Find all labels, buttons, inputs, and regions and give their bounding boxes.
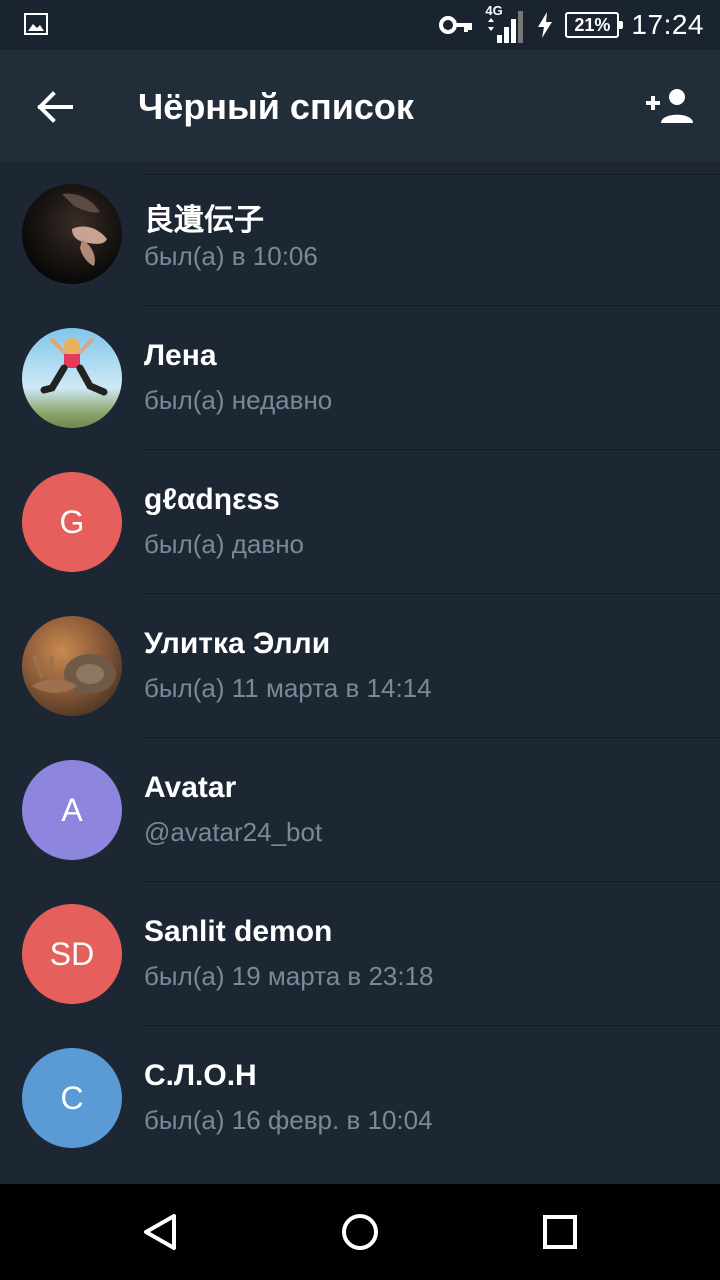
back-button[interactable] [30, 82, 80, 132]
avatar: C [22, 1048, 122, 1148]
avatar [22, 616, 122, 716]
last-seen-status: был(а) недавно [144, 385, 333, 415]
list-item[interactable]: A Avatar @avatar24_bot [0, 738, 720, 882]
avatar-photo [40, 338, 108, 396]
circle-home-icon [342, 1214, 378, 1250]
username: @avatar24_bot [144, 817, 323, 847]
list-item[interactable]: Лена был(а) недавно [0, 306, 720, 450]
nav-recents-button[interactable] [530, 1202, 590, 1262]
list-item[interactable]: G gℓαdηεss был(а) давно [0, 450, 720, 594]
signal-indicator: 4G [485, 3, 525, 47]
arrow-left-icon [37, 91, 73, 123]
clock: 17:24 [631, 9, 704, 40]
triangle-back-icon [144, 1214, 176, 1250]
battery-indicator: 21% [565, 12, 624, 38]
signal-icon [488, 11, 524, 43]
list-item[interactable]: C С.Л.О.Н был(а) 16 февр. в 10:04 [0, 1026, 720, 1170]
avatar [22, 328, 122, 428]
last-seen-status: был(а) 16 февр. в 10:04 [144, 1105, 433, 1135]
system-navigation-bar [0, 1184, 720, 1280]
nav-back-button[interactable] [130, 1202, 190, 1262]
list-item[interactable]: 良遺伝子 был(а) в 10:06 [0, 162, 720, 306]
avatar [22, 184, 122, 284]
gallery-notification-icon [24, 13, 48, 35]
avatar: A [22, 760, 122, 860]
contact-name: С.Л.О.Н [144, 1059, 257, 1092]
contact-name: 良遺伝子 [144, 204, 264, 237]
contact-name: Лена [144, 339, 217, 372]
last-seen-status: был(а) давно [144, 529, 305, 559]
status-icons: 4G 21% 17:24 [439, 0, 704, 50]
last-seen-status: был(а) 11 марта в 14:14 [144, 673, 432, 703]
square-recents-icon [543, 1215, 577, 1249]
page-title: Чёрный список [138, 86, 414, 127]
contact-name: Avatar [144, 771, 237, 804]
contact-name: Улитка Элли [144, 627, 331, 660]
person-add-icon [646, 89, 693, 123]
app-bar: Чёрный список [0, 50, 720, 162]
add-to-blocklist-button[interactable] [644, 80, 696, 132]
nav-home-button[interactable] [330, 1202, 390, 1262]
avatar: SD [22, 904, 122, 1004]
last-seen-status: был(а) в 10:06 [144, 241, 318, 271]
avatar: G [22, 472, 122, 572]
contact-name: gℓαdηεss [144, 483, 280, 516]
last-seen-status: был(а) 19 марта в 23:18 [144, 961, 434, 991]
charging-icon [538, 12, 553, 38]
vpn-key-icon [439, 16, 473, 34]
blocked-users-list[interactable]: 良遺伝子 был(а) в 10:06 Лена был(а) недавно … [0, 162, 720, 1184]
contact-name: Sanlit demon [144, 915, 333, 948]
avatar-photo [62, 193, 107, 266]
status-bar: 4G 21% 17:24 [0, 0, 720, 50]
list-item[interactable]: SD Sanlit demon был(а) 19 марта в 23:18 [0, 882, 720, 1026]
avatar-photo [32, 654, 116, 694]
list-item[interactable]: Улитка Элли был(а) 11 марта в 14:14 [0, 594, 720, 738]
